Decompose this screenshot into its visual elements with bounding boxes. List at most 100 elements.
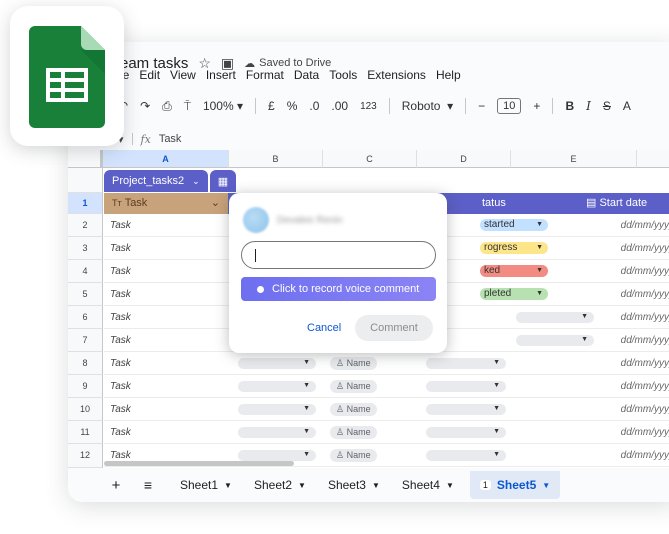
print-icon[interactable]: ⎙ [162, 99, 172, 114]
header-start-date[interactable]: ▤ Start date ⌄ [578, 193, 669, 214]
menu-view[interactable]: View [170, 68, 196, 84]
task-cell[interactable]: Task [110, 237, 131, 260]
task-cell[interactable]: Task [110, 398, 131, 421]
row-header-4[interactable]: 4 [68, 260, 103, 283]
task-cell[interactable]: Task [110, 352, 131, 375]
date-cell[interactable]: dd/mm/yyyy [574, 421, 669, 444]
increase-decimals-button[interactable]: .00 [331, 99, 348, 113]
dropdown-chip[interactable]: ▼ [238, 358, 316, 369]
font-size-increase-button[interactable]: + [533, 99, 540, 113]
dropdown-chip[interactable]: ▼ [238, 450, 316, 461]
status-chip[interactable]: ked ▼ [480, 265, 548, 277]
person-chip[interactable]: ♙ Name [330, 380, 377, 393]
row-header-3[interactable]: 3 [68, 237, 103, 260]
menu-format[interactable]: Format [246, 68, 284, 84]
status-chip[interactable]: pleted ▼ [480, 288, 548, 300]
task-cell[interactable]: Task [110, 375, 131, 398]
number-format-button[interactable]: 123 [360, 101, 377, 112]
menu-help[interactable]: Help [436, 68, 461, 84]
row-header-8[interactable]: 8 [68, 352, 103, 375]
menu-data[interactable]: Data [294, 68, 319, 84]
date-cell[interactable]: dd/mm/yyyy [574, 306, 669, 329]
row-header-9[interactable]: 9 [68, 375, 103, 398]
font-size-input[interactable]: 10 [497, 98, 522, 114]
status-dropdown-chip[interactable]: ▼ [426, 450, 506, 461]
row-header-6[interactable]: 6 [68, 306, 103, 329]
cancel-button[interactable]: Cancel [299, 315, 349, 341]
column-header-f[interactable] [637, 150, 669, 168]
date-cell[interactable]: dd/mm/yyyy [574, 375, 669, 398]
text-color-button[interactable]: A [623, 99, 631, 113]
status-dropdown-chip[interactable]: ▼ [426, 358, 506, 369]
column-header-b[interactable]: B [229, 150, 323, 168]
task-cell[interactable]: Task [110, 421, 131, 444]
comment-button[interactable]: Comment [355, 315, 433, 341]
strikethrough-button[interactable]: S [603, 99, 611, 113]
date-cell[interactable]: dd/mm/yyyy [574, 260, 669, 283]
sheet-tab[interactable]: Sheet1 ▼ [180, 478, 232, 492]
paint-format-icon[interactable]: ⍑ [184, 99, 191, 114]
date-cell[interactable]: dd/mm/yyyy [574, 352, 669, 375]
currency-button[interactable]: £ [268, 99, 275, 113]
comment-input[interactable] [241, 241, 436, 269]
date-cell[interactable]: dd/mm/yyyy [574, 214, 669, 237]
date-cell[interactable]: dd/mm/yyyy [574, 398, 669, 421]
row-header-11[interactable]: 11 [68, 421, 103, 444]
menu-edit[interactable]: Edit [139, 68, 160, 84]
sheet-tab[interactable]: Sheet3 ▼ [328, 478, 380, 492]
column-header-d[interactable]: D [417, 150, 511, 168]
percent-button[interactable]: % [287, 99, 298, 113]
italic-button[interactable]: I [586, 99, 591, 113]
task-cell[interactable]: Task [110, 214, 131, 237]
bold-button[interactable]: B [565, 99, 574, 113]
column-header-a[interactable]: A [103, 150, 229, 168]
row-header-10[interactable]: 10 [68, 398, 103, 421]
person-chip[interactable]: ♙ Name [330, 449, 377, 462]
row-header-5[interactable]: 5 [68, 283, 103, 306]
person-chip[interactable]: ♙ Name [330, 357, 377, 370]
header-status[interactable]: tatus [478, 193, 558, 214]
horizontal-scrollbar[interactable] [104, 461, 294, 466]
row-header-12[interactable]: 12 [68, 444, 103, 468]
record-voice-comment-button[interactable]: Click to record voice comment [241, 277, 436, 301]
redo-icon[interactable]: ↷ [140, 99, 150, 113]
row-header-1[interactable]: 1 [68, 193, 103, 214]
header-task[interactable]: Tт Task ⌄ [104, 193, 228, 214]
person-chip[interactable]: ♙ Name [330, 403, 377, 416]
status-dropdown-chip[interactable]: ▼ [426, 427, 506, 438]
sheet-tab-active[interactable]: 1 Sheet5 ▼ [469, 471, 561, 499]
row-header-7[interactable]: 7 [68, 329, 103, 352]
font-select[interactable]: Roboto ▾ [402, 99, 453, 113]
dropdown-chip[interactable]: ▼ [238, 427, 316, 438]
task-cell[interactable]: Task [110, 306, 131, 329]
formula-input[interactable]: Task [159, 133, 182, 145]
column-header-c[interactable]: C [323, 150, 417, 168]
status-chip[interactable]: started ▼ [480, 219, 548, 231]
table-menu-button[interactable]: ▦ [210, 170, 236, 192]
menu-tools[interactable]: Tools [329, 68, 357, 84]
dropdown-chip[interactable]: ▼ [238, 404, 316, 415]
table-name-chip[interactable]: Project_tasks2 ⌄ [104, 170, 208, 192]
zoom-select[interactable]: 100% ▾ [203, 99, 243, 113]
column-header-e[interactable]: E [511, 150, 637, 168]
sheet-tab[interactable]: Sheet4 ▼ [402, 478, 454, 492]
add-sheet-button[interactable]: + [108, 477, 124, 494]
date-cell[interactable]: dd/mm/yyyy [574, 444, 669, 467]
status-chip[interactable]: rogress ▼ [480, 242, 548, 254]
date-cell[interactable]: dd/mm/yyyy [574, 237, 669, 260]
all-sheets-menu-icon[interactable]: ≡ [140, 477, 156, 493]
status-dropdown-chip[interactable]: ▼ [426, 381, 506, 392]
font-size-decrease-button[interactable]: − [478, 99, 485, 113]
select-all-corner[interactable] [68, 150, 103, 168]
menu-insert[interactable]: Insert [206, 68, 236, 84]
dropdown-chip[interactable]: ▼ [238, 381, 316, 392]
status-dropdown-chip[interactable]: ▼ [426, 404, 506, 415]
task-cell[interactable]: Task [110, 260, 131, 283]
row-header-2[interactable]: 2 [68, 214, 103, 237]
person-chip[interactable]: ♙ Name [330, 426, 377, 439]
menu-extensions[interactable]: Extensions [367, 68, 426, 84]
task-cell[interactable]: Task [110, 329, 131, 352]
decrease-decimals-button[interactable]: .0 [309, 99, 319, 113]
sheet-tab[interactable]: Sheet2 ▼ [254, 478, 306, 492]
date-cell[interactable]: dd/mm/yyyy [574, 283, 669, 306]
